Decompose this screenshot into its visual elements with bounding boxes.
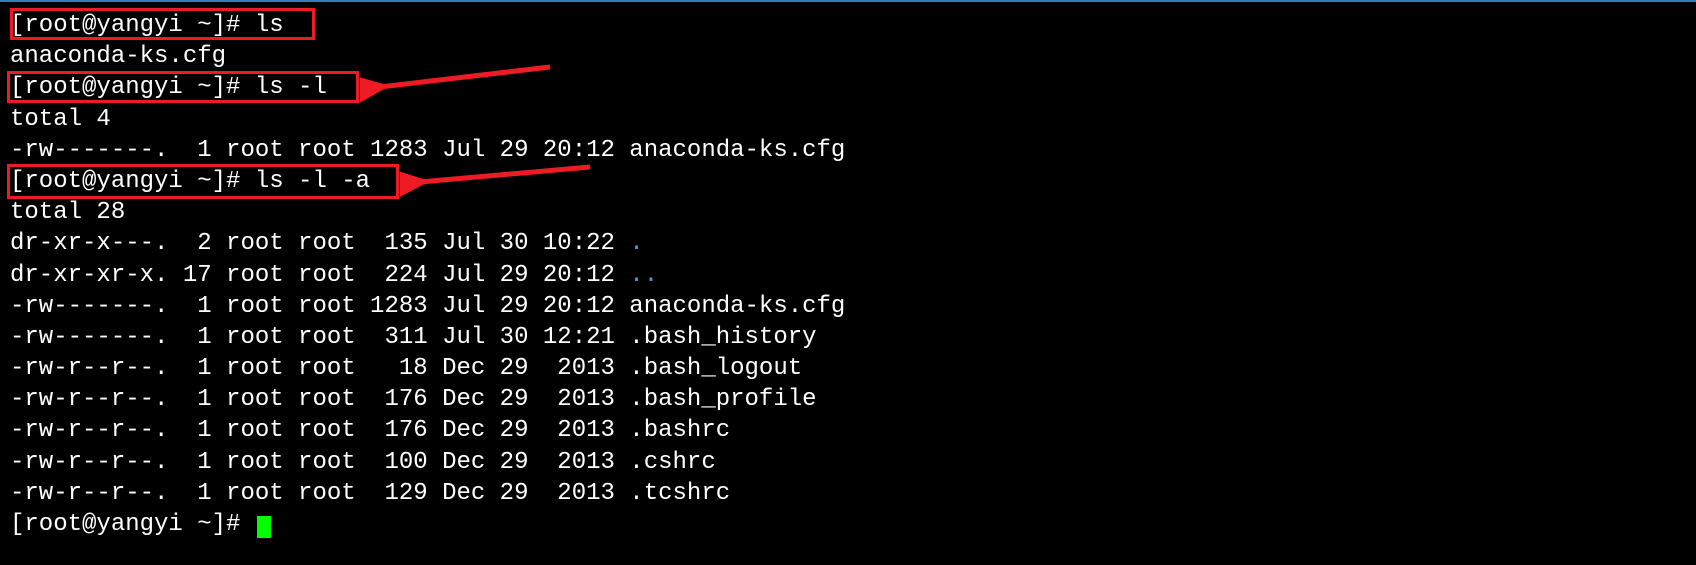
command-text: ls -l -a [255, 168, 370, 195]
command-text: ls [255, 12, 284, 39]
terminal-output: -rw-r--r--. 1 root root 176 Dec 29 2013 … [10, 415, 1686, 446]
terminal-output: dr-xr-xr-x. 17 root root 224 Jul 29 20:1… [10, 260, 1686, 291]
terminal-line: [root@yangyi ~]# ls [10, 10, 1686, 41]
command-text: ls -l [255, 74, 327, 101]
terminal-output: total 4 [10, 104, 1686, 135]
terminal-output: -rw-r--r--. 1 root root 129 Dec 29 2013 … [10, 478, 1686, 509]
prompt: [root@yangyi ~]# [10, 511, 255, 538]
terminal-output: -rw-r--r--. 1 root root 176 Dec 29 2013 … [10, 384, 1686, 415]
terminal-output: -rw-------. 1 root root 1283 Jul 29 20:1… [10, 291, 1686, 322]
cursor [257, 516, 271, 538]
terminal-line: [root@yangyi ~]# ls -l [10, 72, 1686, 103]
terminal-output: -rw-r--r--. 1 root root 18 Dec 29 2013 .… [10, 353, 1686, 384]
prompt: [root@yangyi ~]# [10, 168, 255, 195]
terminal-output: total 28 [10, 197, 1686, 228]
terminal-output: dr-xr-x---. 2 root root 135 Jul 30 10:22… [10, 228, 1686, 259]
terminal-output: anaconda-ks.cfg [10, 41, 1686, 72]
prompt: [root@yangyi ~]# [10, 74, 255, 101]
terminal-output: -rw-------. 1 root root 1283 Jul 29 20:1… [10, 135, 1686, 166]
terminal-line: [root@yangyi ~]# ls -l -a [10, 166, 1686, 197]
terminal-output: -rw-------. 1 root root 311 Jul 30 12:21… [10, 322, 1686, 353]
terminal-line[interactable]: [root@yangyi ~]# [10, 509, 1686, 540]
prompt: [root@yangyi ~]# [10, 12, 255, 39]
terminal-output: -rw-r--r--. 1 root root 100 Dec 29 2013 … [10, 447, 1686, 478]
